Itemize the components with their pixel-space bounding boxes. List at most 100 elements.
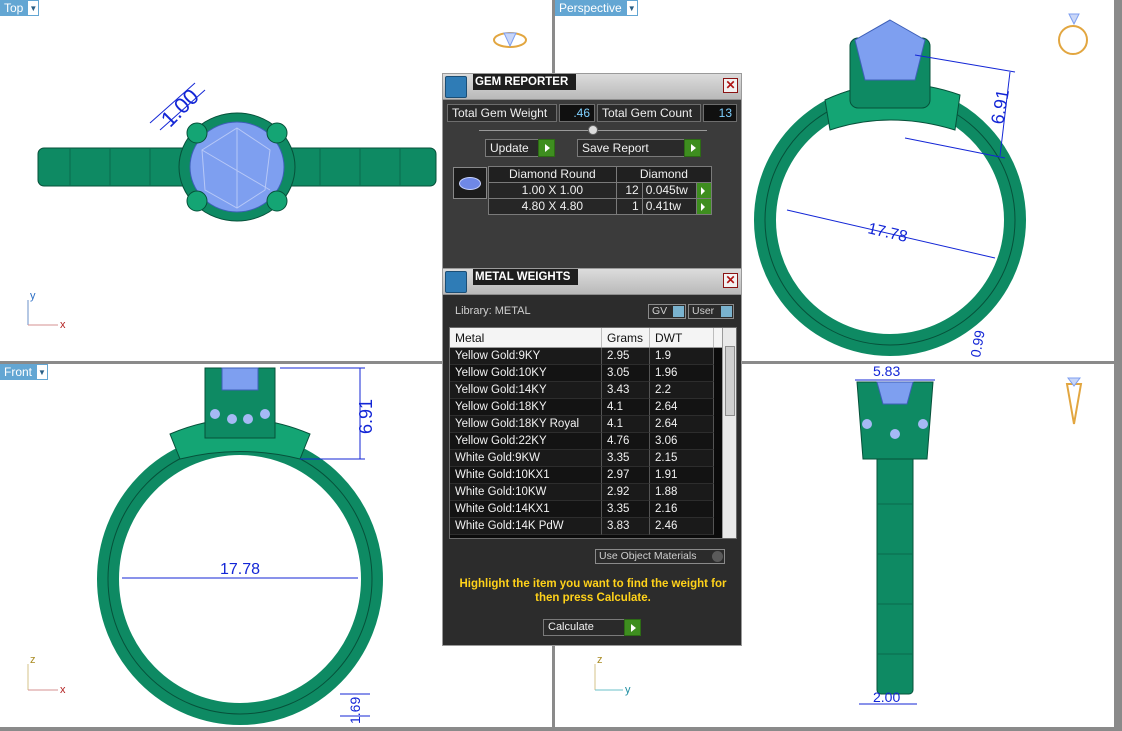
dim-persp-height: 6.91: [987, 88, 1013, 126]
metal-row[interactable]: White Gold:10KX1 2.97 1.91: [450, 467, 736, 484]
metal-cell-metal: Yellow Gold:14KY: [450, 382, 602, 399]
chevron-down-icon[interactable]: ▼: [625, 0, 638, 16]
col-grams[interactable]: Grams: [602, 328, 650, 347]
metal-row[interactable]: Yellow Gold:18KY 4.1 2.64: [450, 399, 736, 416]
metal-row[interactable]: White Gold:10KW 2.92 1.88: [450, 484, 736, 501]
go-icon[interactable]: [696, 183, 709, 198]
metal-row[interactable]: Yellow Gold:9KY 2.95 1.9: [450, 348, 736, 365]
metal-cell-metal: Yellow Gold:9KY: [450, 348, 602, 365]
metal-row[interactable]: White Gold:14KX1 3.35 2.16: [450, 501, 736, 518]
metal-cell-metal: White Gold:14KX1: [450, 501, 602, 518]
metal-row[interactable]: White Gold:9KW 3.35 2.15: [450, 450, 736, 467]
metal-cell-grams: 3.05: [602, 365, 650, 382]
metal-cell-grams: 3.43: [602, 382, 650, 399]
svg-text:z: z: [597, 654, 603, 666]
metal-row[interactable]: White Gold:14K PdW 3.83 2.46: [450, 518, 736, 535]
library-label: Library: METAL: [455, 305, 531, 317]
gem-reporter-icon: [445, 76, 467, 98]
metal-cell-grams: 2.92: [602, 484, 650, 501]
gem-thumbnail: [453, 167, 487, 199]
svg-text:y: y: [30, 290, 36, 302]
chevron-down-icon[interactable]: ▼: [27, 0, 40, 16]
svg-text:x: x: [60, 684, 66, 696]
metal-cell-metal: White Gold:10KX1: [450, 467, 602, 484]
metal-cell-dwt: 2.64: [650, 399, 714, 416]
gem-col-shape: Diamond Round: [488, 166, 617, 183]
metal-cell-grams: 2.95: [602, 348, 650, 365]
metal-cell-dwt: 2.15: [650, 450, 714, 467]
metal-cell-dwt: 2.46: [650, 518, 714, 535]
close-icon[interactable]: ✕: [723, 78, 738, 93]
metal-cell-dwt: 2.2: [650, 382, 714, 399]
metal-weights-titlebar[interactable]: METAL WEIGHTS ✕: [443, 269, 741, 295]
gem-row[interactable]: 1.00 X 1.00 12 0.045tw: [488, 182, 713, 199]
metal-cell-dwt: 1.91: [650, 467, 714, 484]
svg-text:y: y: [625, 684, 631, 696]
metal-row[interactable]: Yellow Gold:18KY Royal 4.1 2.64: [450, 416, 736, 433]
ring-thumbnail-perspective: [1058, 13, 1088, 55]
metal-row[interactable]: Yellow Gold:10KY 3.05 1.96: [450, 365, 736, 382]
play-icon: [538, 139, 555, 157]
metal-cell-dwt: 1.88: [650, 484, 714, 501]
metal-weights-title: METAL WEIGHTS: [473, 269, 579, 285]
go-icon[interactable]: [696, 199, 709, 214]
metal-weights-panel: METAL WEIGHTS ✕ Library: METAL GV User M…: [442, 268, 742, 646]
update-button[interactable]: Update: [485, 139, 555, 157]
dim-front-height: 6.91: [356, 399, 376, 434]
use-object-materials-checkbox[interactable]: Use Object Materials: [595, 549, 725, 564]
gem-col-material: Diamond: [615, 166, 713, 183]
metal-cell-dwt: 3.06: [650, 433, 714, 450]
gem-table: Diamond Round Diamond 1.00 X 1.00 12 0.045t…: [488, 166, 713, 215]
metal-cell-dwt: 2.16: [650, 501, 714, 518]
total-gem-weight-value: .46: [559, 104, 595, 122]
viewport-label-top[interactable]: Top ▼: [0, 0, 40, 16]
dim-persp-diameter: 17.78: [866, 220, 909, 246]
metal-cell-grams: 2.97: [602, 467, 650, 484]
metal-cell-grams: 4.1: [602, 416, 650, 433]
total-gem-count-value: 13: [703, 104, 737, 122]
dim-front-diameter: 17.78: [220, 561, 260, 578]
gem-row[interactable]: 4.80 X 4.80 1 0.41tw: [488, 198, 713, 215]
metal-cell-grams: 3.35: [602, 501, 650, 518]
viewport-label-front[interactable]: Front ▼: [0, 364, 49, 380]
metal-table-header: Metal Grams DWT: [450, 328, 736, 348]
metal-row[interactable]: Yellow Gold:14KY 3.43 2.2: [450, 382, 736, 399]
gem-reporter-titlebar[interactable]: GEM REPORTER ✕: [443, 74, 741, 100]
metal-rows: Yellow Gold:9KY 2.95 1.9 Yellow Gold:10KY 3.…: [450, 348, 736, 535]
dim-front-band: 1.69: [347, 697, 363, 724]
axis-gizmo-top: yx: [27, 290, 66, 331]
metal-cell-dwt: 1.9: [650, 348, 714, 365]
close-icon[interactable]: ✕: [723, 273, 738, 288]
cad-workspace: 1.00 yx Top ▼ 6.91 17.78 0.99 Perspective…: [0, 0, 1122, 731]
user-toggle[interactable]: User: [688, 304, 734, 319]
gem-reporter-title: GEM REPORTER: [473, 74, 577, 90]
metal-cell-metal: White Gold:9KW: [450, 450, 602, 467]
svg-text:x: x: [60, 319, 66, 331]
splitter-knob-icon[interactable]: [588, 125, 598, 135]
gv-toggle[interactable]: GV: [648, 304, 686, 319]
chevron-down-icon[interactable]: ▼: [36, 364, 49, 380]
dim-persp-partial: 0.99: [967, 329, 988, 359]
metal-row[interactable]: Yellow Gold:22KY 4.76 3.06: [450, 433, 736, 450]
ring-thumbnail-right: [1065, 377, 1083, 425]
total-gem-weight-label: Total Gem Weight: [447, 104, 557, 122]
col-metal[interactable]: Metal: [450, 328, 602, 347]
viewport-label-perspective[interactable]: Perspective ▼: [555, 0, 638, 16]
calculate-button[interactable]: Calculate: [543, 619, 641, 636]
metal-cell-dwt: 2.64: [650, 416, 714, 433]
scrollbar-thumb[interactable]: [725, 346, 735, 416]
play-icon: [624, 619, 641, 636]
metal-cell-grams: 3.83: [602, 518, 650, 535]
col-dwt[interactable]: DWT: [650, 328, 714, 347]
axis-gizmo-right: zy: [594, 654, 631, 696]
save-report-button[interactable]: Save Report: [577, 139, 701, 157]
metal-cell-metal: Yellow Gold:18KY: [450, 399, 602, 416]
metal-table[interactable]: Metal Grams DWT Yellow Gold:9KY 2.95 1.9 Ye…: [449, 327, 737, 539]
dim-right-band: 2.00: [873, 689, 900, 705]
metal-cell-metal: Yellow Gold:10KY: [450, 365, 602, 382]
metal-table-scrollbar[interactable]: [722, 328, 736, 538]
hint-text: Highlight the item you want to find the …: [459, 578, 727, 604]
metal-cell-metal: Yellow Gold:22KY: [450, 433, 602, 450]
ring-thumbnail-top: [493, 32, 527, 48]
metal-cell-dwt: 1.96: [650, 365, 714, 382]
